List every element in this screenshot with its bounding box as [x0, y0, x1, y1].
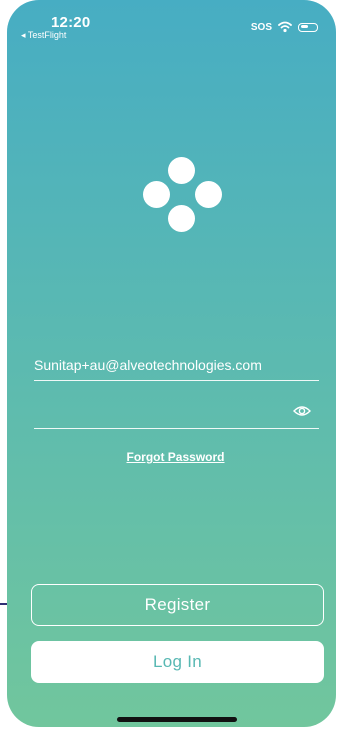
status-time: 12:20	[51, 14, 91, 31]
testflight-back-link[interactable]: ◂ TestFlight	[21, 30, 66, 41]
register-button[interactable]: Register	[31, 584, 324, 626]
logo-dot-bottom	[168, 205, 195, 232]
logo-dot-top	[168, 157, 195, 184]
home-indicator	[117, 717, 237, 722]
sos-indicator: SOS	[250, 21, 272, 33]
app-screen: 12:20 ◂ TestFlight SOS Sunitap+au@alveot…	[7, 0, 336, 727]
forgot-password-link[interactable]: Forgot Password	[7, 450, 336, 464]
password-field[interactable]	[34, 400, 319, 429]
battery-icon	[298, 22, 318, 32]
status-indicators: SOS	[251, 21, 318, 33]
logo-dot-left	[143, 181, 170, 208]
email-value: Sunitap+au@alveotechnologies.com	[34, 357, 262, 373]
login-button[interactable]: Log In	[31, 641, 324, 683]
four-circles-logo	[141, 155, 225, 239]
email-field[interactable]: Sunitap+au@alveotechnologies.com	[34, 352, 319, 381]
eye-icon[interactable]	[293, 404, 311, 418]
logo-dot-right	[195, 181, 222, 208]
wifi-icon	[278, 21, 292, 33]
